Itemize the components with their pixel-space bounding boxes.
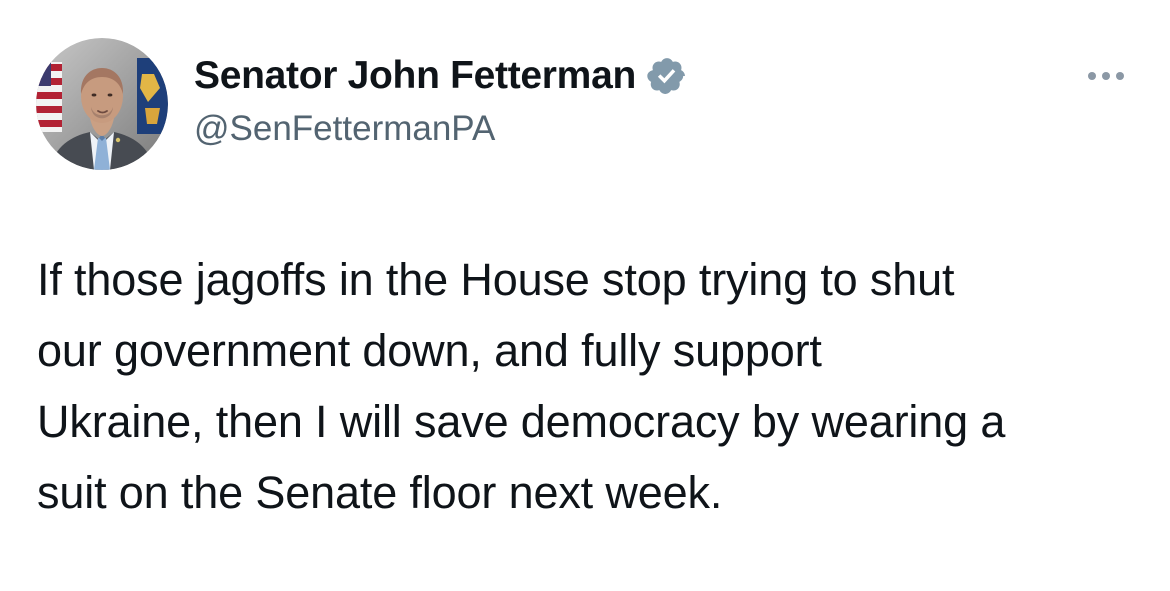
tweet-body-text: If those jagoffs in the House stop tryin… <box>37 254 1006 518</box>
author-display-name[interactable]: Senator John Fetterman <box>194 52 636 100</box>
more-options-icon <box>1102 72 1110 80</box>
author-name-row: Senator John Fetterman <box>194 52 1054 100</box>
more-options-icon <box>1088 72 1096 80</box>
profile-avatar-image <box>36 38 168 170</box>
verified-badge-icon <box>646 55 688 97</box>
profile-avatar[interactable] <box>36 38 168 170</box>
more-options-button[interactable] <box>1082 59 1130 93</box>
tweet-header: Senator John Fetterman @SenFettermanPA <box>194 52 1054 150</box>
more-options-icon <box>1116 72 1124 80</box>
tweet-card: Senator John Fetterman @SenFettermanPA I… <box>0 0 1170 591</box>
author-handle[interactable]: @SenFettermanPA <box>194 108 1054 150</box>
